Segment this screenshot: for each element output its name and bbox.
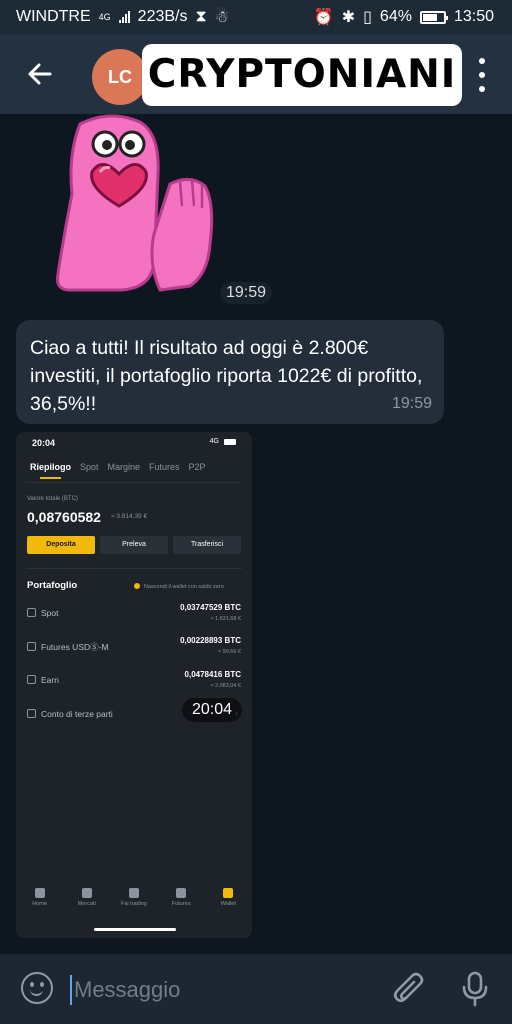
- battery-icon: [419, 10, 448, 24]
- sticker-timestamp: 19:59: [220, 282, 272, 304]
- avatar[interactable]: LC: [92, 49, 148, 105]
- shot-nav-item: Wallet: [205, 888, 251, 928]
- shot-transfer-button: Trasferisci: [173, 536, 241, 554]
- bluetooth-icon: ✱: [341, 9, 356, 26]
- clock: 13:50: [453, 8, 494, 25]
- chart-icon: [81, 888, 92, 898]
- message-timestamp: 19:59: [391, 395, 432, 412]
- battery-percent: 64%: [379, 8, 412, 25]
- chat-header: LC CRYPTONIANI: [0, 34, 512, 114]
- shot-withdraw-button: Preleva: [100, 536, 168, 554]
- chat-title[interactable]: CRYPTONIANI: [142, 44, 462, 106]
- shot-tab: Futures: [149, 462, 180, 472]
- carrier-name: WINDTRE: [16, 8, 91, 25]
- shot-status-icons: 4G: [210, 438, 236, 445]
- shot-row-value: 0,03747529 BTC: [180, 603, 241, 612]
- shot-total-value: 0,08760582: [27, 509, 101, 525]
- divider: [26, 568, 242, 569]
- shot-nav-item: Fai trading: [111, 888, 157, 928]
- shot-row-fiat: ≈ 1.631,68 €: [210, 616, 241, 622]
- message-list[interactable]: 19:59 Ciao a tutti! Il risultato ad oggi…: [0, 114, 512, 954]
- shot-tab: Margine: [107, 462, 141, 472]
- vibrate-icon: ▯: [363, 9, 372, 26]
- shot-tab: Spot: [80, 462, 99, 472]
- message-text: Ciao a tutti! Il risultato ad oggi è 2.8…: [30, 337, 423, 415]
- attach-icon[interactable]: [392, 970, 428, 1008]
- alarm-icon: ⏰: [313, 9, 334, 26]
- more-options-icon[interactable]: [472, 58, 492, 92]
- shot-row-value: 0,00228893 BTC: [180, 636, 241, 645]
- shot-third-party: Conto di terze parti: [27, 709, 113, 719]
- shot-battery-icon: [224, 438, 236, 445]
- home-icon: [34, 888, 45, 898]
- shot-row-name: Futures USDⓈ-M: [27, 641, 109, 653]
- emoji-icon[interactable]: [21, 972, 53, 1004]
- shot-nav-item: Home: [17, 888, 63, 928]
- shot-row-fiat: ≈ 99,66 €: [218, 649, 241, 655]
- image-message[interactable]: 20:04 4G Riepilogo Spot Margine Futures …: [16, 432, 252, 938]
- shot-row-name: Spot: [27, 608, 59, 618]
- futures-icon: [176, 888, 187, 898]
- shot-total-fiat: ≈ 3.814,39 €: [111, 513, 148, 520]
- hourglass-icon: ⧗: [195, 8, 207, 25]
- microphone-icon[interactable]: [458, 970, 492, 1008]
- divider: [26, 482, 242, 483]
- shot-bottom-nav: Home Mercati Fai trading Futures Wallet: [16, 888, 252, 928]
- shot-deposit-button: Deposita: [27, 536, 95, 554]
- shot-network: 4G: [209, 438, 219, 445]
- text-caret: [70, 975, 72, 1005]
- notification-icon: ☃: [214, 9, 230, 26]
- shot-row-value: 0,0478416 BTC: [184, 670, 241, 679]
- back-arrow-icon[interactable]: [22, 56, 58, 92]
- shot-row-fiat: ≈ 2.083,04 €: [210, 683, 241, 689]
- shot-total-label: Valore totale (BTC): [27, 496, 78, 502]
- shot-status-time: 20:04: [32, 438, 56, 448]
- shot-nav-item: Futures: [158, 888, 204, 928]
- text-message-bubble[interactable]: Ciao a tutti! Il risultato ad oggi è 2.8…: [16, 320, 444, 424]
- shot-tab: Riepilogo: [30, 462, 71, 479]
- trade-icon: [128, 888, 139, 898]
- status-bar: WINDTRE 4G 223B/s ⧗ ☃ ⏰ ✱ ▯ 64% 13:50: [0, 0, 512, 34]
- message-composer: [0, 954, 512, 1024]
- shot-hide-small: Nascondi il wallet con saldo zero: [134, 583, 224, 590]
- shot-portfolio-title: Portafoglio: [27, 580, 78, 591]
- message-input[interactable]: [74, 974, 374, 1006]
- network-speed: 223B/s: [137, 8, 188, 25]
- shot-row-name: Earn: [27, 675, 59, 685]
- home-indicator: [94, 928, 176, 931]
- shot-tab: P2P: [188, 462, 206, 472]
- signal-icon: [118, 11, 130, 23]
- shot-nav-item: Mercati: [64, 888, 110, 928]
- shot-tabs: Riepilogo Spot Margine Futures P2P: [30, 462, 250, 479]
- dog-heart-sticker[interactable]: [50, 114, 220, 294]
- wallet-icon: [223, 888, 234, 898]
- image-timestamp: 20:04: [182, 698, 242, 722]
- network-type: 4G: [98, 11, 111, 22]
